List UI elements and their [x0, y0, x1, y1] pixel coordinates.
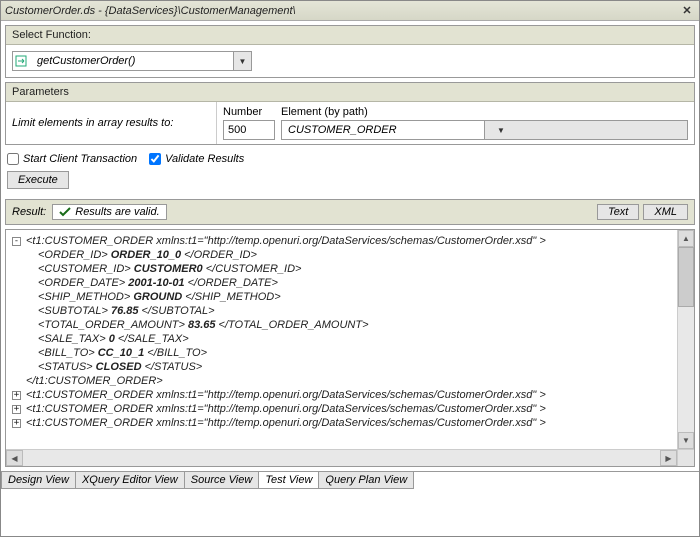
tree-line: <ORDER_DATE> 2001-10-01 </ORDER_DATE> — [34, 276, 692, 290]
element-dropdown[interactable]: CUSTOMER_ORDER ▼ — [281, 120, 688, 140]
start-client-checkbox[interactable]: Start Client Transaction — [7, 153, 137, 165]
number-input[interactable] — [223, 120, 275, 140]
result-tree-scroll[interactable]: -<t1:CUSTOMER_ORDER xmlns:t1="http://tem… — [6, 230, 694, 466]
element-value: CUSTOMER_ORDER — [282, 124, 484, 136]
tab-query-plan-view[interactable]: Query Plan View — [318, 472, 414, 489]
expand-icon[interactable]: + — [12, 419, 21, 428]
validity-badge: Results are valid. — [52, 204, 166, 220]
tree-line: <BILL_TO> CC_10_1 </BILL_TO> — [34, 346, 692, 360]
tab-design-view[interactable]: Design View — [1, 472, 76, 489]
tab-test-view[interactable]: Test View — [258, 472, 319, 489]
vertical-scrollbar[interactable]: ▲ ▼ — [677, 230, 694, 449]
xml-toggle-button[interactable]: XML — [643, 204, 688, 220]
close-icon[interactable]: ✕ — [679, 4, 695, 18]
tree-line: <SHIP_METHOD> GROUND </SHIP_METHOD> — [34, 290, 692, 304]
function-icon — [15, 53, 31, 69]
result-tree: -<t1:CUSTOMER_ORDER xmlns:t1="http://tem… — [5, 229, 695, 467]
validate-checkbox[interactable]: Validate Results — [149, 153, 244, 165]
window-title: CustomerOrder.ds - {DataServices}\Custom… — [5, 5, 679, 17]
bottom-tabs: Design ViewXQuery Editor ViewSource View… — [1, 471, 699, 489]
tree-line: <ORDER_ID> ORDER_10_0 </ORDER_ID> — [34, 248, 692, 262]
limit-label: Limit elements in array results to: — [6, 102, 216, 144]
expand-icon[interactable]: + — [12, 405, 21, 414]
tree-line: -<t1:CUSTOMER_ORDER xmlns:t1="http://tem… — [8, 234, 692, 248]
scroll-down-icon[interactable]: ▼ — [678, 432, 694, 449]
number-label: Number — [223, 106, 275, 118]
expand-icon[interactable]: + — [12, 391, 21, 400]
chevron-down-icon[interactable]: ▼ — [233, 52, 251, 70]
parameters-panel: Parameters Limit elements in array resul… — [5, 82, 695, 145]
tree-line: +<t1:CUSTOMER_ORDER xmlns:t1="http://tem… — [8, 388, 692, 402]
collapse-icon[interactable]: - — [12, 237, 21, 246]
element-label: Element (by path) — [281, 106, 368, 118]
horizontal-scrollbar[interactable]: ◀ ▶ — [6, 449, 677, 466]
function-name: getCustomerOrder() — [33, 55, 233, 67]
checkmark-icon — [59, 206, 71, 218]
result-label: Result: — [12, 206, 46, 218]
tree-line: +<t1:CUSTOMER_ORDER xmlns:t1="http://tem… — [8, 402, 692, 416]
tree-line: <TOTAL_ORDER_AMOUNT> 83.65 </TOTAL_ORDER… — [34, 318, 692, 332]
tab-xquery-editor-view[interactable]: XQuery Editor View — [75, 472, 185, 489]
result-bar: Result: Results are valid. Text XML — [5, 199, 695, 225]
tab-source-view[interactable]: Source View — [184, 472, 260, 489]
title-bar: CustomerOrder.ds - {DataServices}\Custom… — [1, 1, 699, 21]
tree-line: <SALE_TAX> 0 </SALE_TAX> — [34, 332, 692, 346]
validate-input[interactable] — [149, 153, 161, 165]
chevron-down-icon[interactable]: ▼ — [484, 121, 687, 139]
scroll-left-icon[interactable]: ◀ — [6, 450, 23, 466]
execute-button[interactable]: Execute — [7, 171, 69, 189]
tree-line: +<t1:CUSTOMER_ORDER xmlns:t1="http://tem… — [8, 416, 692, 430]
tree-line: </t1:CUSTOMER_ORDER> — [22, 374, 692, 388]
start-client-input[interactable] — [7, 153, 19, 165]
scroll-up-icon[interactable]: ▲ — [678, 230, 694, 247]
select-function-header: Select Function: — [6, 26, 694, 45]
options-row: Start Client Transaction Validate Result… — [1, 149, 699, 169]
function-dropdown[interactable]: getCustomerOrder() ▼ — [12, 51, 252, 71]
scroll-corner — [677, 449, 694, 466]
tree-line: <STATUS> CLOSED </STATUS> — [34, 360, 692, 374]
parameters-header: Parameters — [6, 83, 694, 102]
tree-line: <CUSTOMER_ID> CUSTOMER0 </CUSTOMER_ID> — [34, 262, 692, 276]
tree-line: <SUBTOTAL> 76.85 </SUBTOTAL> — [34, 304, 692, 318]
select-function-panel: Select Function: getCustomerOrder() ▼ — [5, 25, 695, 78]
scroll-right-icon[interactable]: ▶ — [660, 450, 677, 466]
text-toggle-button[interactable]: Text — [597, 204, 639, 220]
scroll-thumb[interactable] — [678, 247, 694, 307]
